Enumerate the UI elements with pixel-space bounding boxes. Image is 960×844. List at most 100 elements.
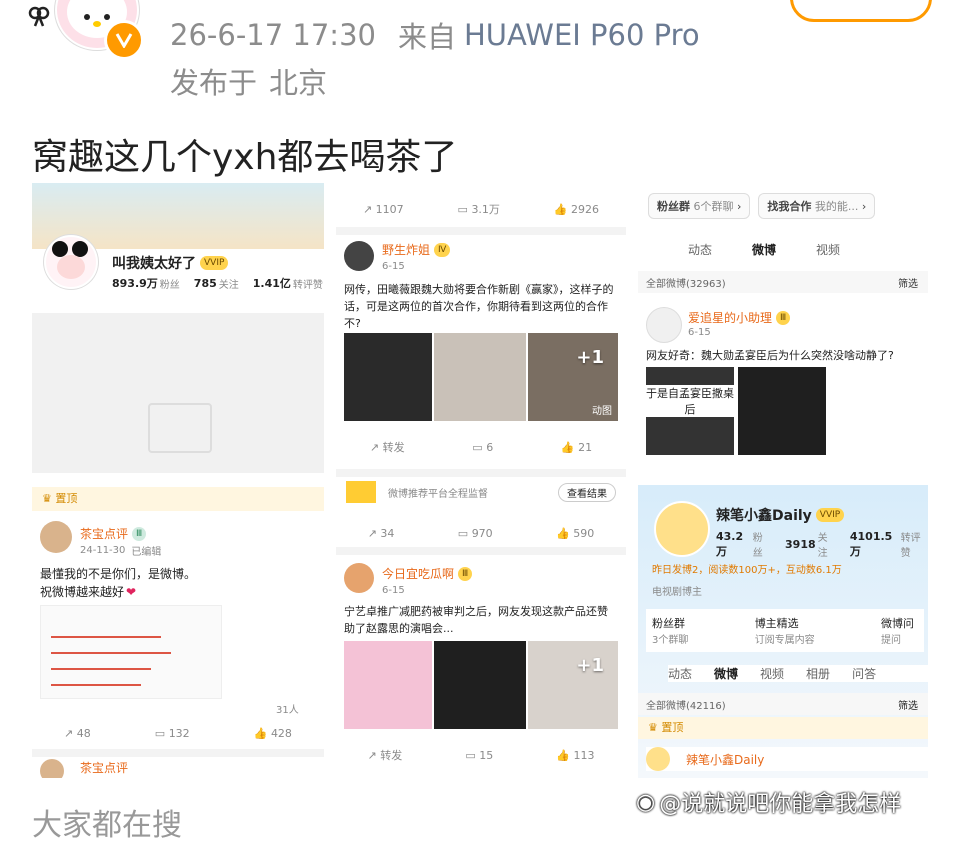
- post2-repost-label: 转发: [380, 749, 403, 762]
- post1-like[interactable]: 👍 21: [561, 441, 592, 454]
- profile2-grid: 粉丝群 3个群聊 博主精选 订阅专属内容 微博问 提问: [646, 609, 924, 652]
- tab-weibo[interactable]: 微博: [752, 241, 776, 258]
- gif-label: 动图: [592, 406, 612, 417]
- cooperate-chip[interactable]: 找我合作 我的能... ›: [758, 193, 876, 219]
- mid-comment-count: 970: [471, 527, 493, 540]
- footer-partial-text: 大家都在搜: [32, 808, 182, 843]
- tab-video[interactable]: 视频: [816, 241, 840, 258]
- assistant-avatar[interactable]: [646, 307, 682, 343]
- post2-actions: ↗ 转发 ▭ 15 👍 113: [336, 747, 626, 763]
- profile2-role: 电视剧博主: [652, 587, 702, 598]
- post2-comment[interactable]: ▭ 15: [465, 749, 493, 762]
- all-weibo-count: 全部微博(32963): [646, 278, 726, 290]
- top-comment-count: 3.1万: [471, 203, 500, 216]
- tab-dynamic[interactable]: 动态: [688, 241, 712, 258]
- profile2-stats: 43.2万 粉丝 3918 关注 4101.5万 转评赞: [716, 529, 928, 560]
- comment-button[interactable]: ▭ 132: [155, 727, 190, 740]
- filter-button[interactable]: 筛选: [898, 275, 918, 290]
- screenshot-panel-a: 叫我姨太好了 VVIP 893.9万 粉丝 785 关注 1.41亿 转评赞 ♛…: [32, 183, 324, 778]
- card-avatar[interactable]: [40, 521, 72, 553]
- profile2-tab-dynamic[interactable]: 动态: [668, 665, 692, 682]
- vip-badge: VVIP: [200, 256, 229, 270]
- post1-user[interactable]: 野生炸姐: [382, 241, 430, 258]
- ad-strip: 微博推荐平台全程监督 查看结果: [336, 479, 626, 505]
- repost-count: 48: [76, 727, 91, 740]
- pinned-card: ♛ 置顶 茶宝点评 Ⅲ 24-11-30 已编辑 最懂我的不是你们，是微博。 祝…: [32, 487, 324, 778]
- comment-icon: ▭: [154, 727, 166, 740]
- profile2-name: 辣笔小鑫Daily: [716, 508, 812, 524]
- ad-icon: [346, 481, 376, 503]
- weibo-list-header: 全部微博(32963) 筛选: [638, 271, 928, 293]
- post2-comment-count: 15: [479, 748, 494, 762]
- like-button[interactable]: 👍 428: [254, 727, 292, 740]
- assistant-image-1[interactable]: 于是自孟宴臣撒桌后: [646, 367, 734, 455]
- assistant-user[interactable]: 爱追星的小助理: [688, 309, 772, 326]
- mid-like[interactable]: 👍 590: [556, 527, 594, 540]
- post-meta-line: 26-6-17 17:30 来自 HUAWEI P60 Pro: [170, 14, 700, 56]
- cooperate-label: 找我合作: [767, 200, 812, 213]
- fan-group-chip[interactable]: 粉丝群 6个群聊 ›: [648, 193, 751, 219]
- profile2-followers: 43.2万: [716, 529, 744, 558]
- post1-like-count: 21: [578, 440, 593, 454]
- post1-comment[interactable]: ▭ 6: [472, 441, 493, 454]
- published-prefix: 发布于: [170, 66, 258, 100]
- like-icon: 👍: [253, 727, 268, 740]
- profile2-avatar[interactable]: [654, 501, 710, 557]
- card-document-image[interactable]: [40, 605, 222, 699]
- post1-actions: ↗ 转发 ▭ 6 👍 21: [336, 439, 626, 455]
- post2-avatar[interactable]: [344, 563, 374, 593]
- profile2-notice: 昨日发博2，阅读数100万+，互动数6.1万: [652, 565, 842, 576]
- post1-image-2[interactable]: [434, 333, 526, 421]
- like-count: 428: [270, 727, 292, 740]
- profile2-tab-video[interactable]: 视频: [760, 665, 784, 682]
- screenshot-panel-c: 粉丝群 6个群聊 › 找我合作 我的能... › 动态 微博 视频 全部微博(3…: [638, 183, 928, 778]
- pinned-header: ♛ 置顶: [32, 487, 324, 511]
- mid-comment[interactable]: ▭ 970: [458, 527, 493, 540]
- device-link[interactable]: HUAWEI P60 Pro: [464, 18, 700, 52]
- post2-image-2[interactable]: [434, 641, 526, 729]
- post1-image-1[interactable]: [344, 333, 432, 421]
- screenshot-panel-b: ↗ 1107 ▭ 3.1万 👍 2926 野生炸姐 Ⅳ 6-15 网传，田曦薇跟…: [336, 183, 626, 778]
- grid-fan-group[interactable]: 粉丝群 3个群聊: [652, 615, 688, 646]
- profile2-likes: 4101.5万: [849, 529, 893, 558]
- profile2-filter[interactable]: 筛选: [898, 697, 918, 712]
- post1-avatar[interactable]: [344, 241, 374, 271]
- location-text: 北京: [269, 66, 328, 100]
- top-repost[interactable]: ↗ 1107: [363, 203, 404, 216]
- repost-button[interactable]: ↗ 48: [64, 727, 91, 740]
- profile-stats: 893.9万 粉丝 785 关注 1.41亿 转评赞: [112, 275, 323, 291]
- assistant-image-caption: 于是自孟宴臣撒桌后: [646, 385, 734, 417]
- watermark: ◉ @说就说吧你能拿我怎样: [636, 786, 901, 818]
- card-user[interactable]: 茶宝点评: [80, 525, 128, 542]
- card-date: 24-11-30: [80, 545, 126, 556]
- profile2-pinned: ♛ 置顶: [638, 717, 928, 739]
- grid-ask[interactable]: 微博问 提问: [881, 615, 914, 646]
- post2-image-1[interactable]: [344, 641, 432, 729]
- profile-avatar[interactable]: [44, 235, 98, 289]
- post2-user[interactable]: 今日宜吃瓜啊: [382, 565, 454, 582]
- top-comment[interactable]: ▭ 3.1万: [458, 201, 500, 217]
- post1-badge: Ⅳ: [434, 242, 451, 257]
- next-avatar: [40, 759, 64, 778]
- mid-repost[interactable]: ↗ 34: [368, 527, 395, 540]
- post1-image-3[interactable]: +1 动图: [528, 333, 618, 421]
- profile2-tab-weibo[interactable]: 微博: [714, 665, 738, 682]
- top-like[interactable]: 👍 2926: [554, 203, 599, 216]
- profile2-tab-qa[interactable]: 问答: [852, 665, 876, 682]
- source-prefix: 来自: [397, 20, 456, 54]
- assistant-badge: Ⅲ: [776, 310, 791, 325]
- ad-button[interactable]: 查看结果: [558, 482, 616, 502]
- empty-tray-icon: [148, 403, 212, 453]
- post2-like[interactable]: 👍 113: [556, 749, 594, 762]
- profile2-next-avatar: [646, 747, 670, 771]
- comment-count: 31人: [276, 705, 299, 716]
- grid-featured[interactable]: 博主精选 订阅专属内容: [755, 615, 815, 646]
- assistant-image-2[interactable]: [738, 367, 826, 455]
- profile2-tab-album[interactable]: 相册: [806, 665, 830, 682]
- likes-label: 转评赞: [292, 279, 323, 291]
- top-actions: ↗ 1107 ▭ 3.1万 👍 2926: [336, 201, 626, 217]
- post2-repost[interactable]: ↗ 转发: [368, 747, 403, 763]
- post2-image-3[interactable]: +1: [528, 641, 618, 729]
- follow-button[interactable]: [790, 0, 932, 22]
- post1-repost[interactable]: ↗ 转发: [370, 439, 405, 455]
